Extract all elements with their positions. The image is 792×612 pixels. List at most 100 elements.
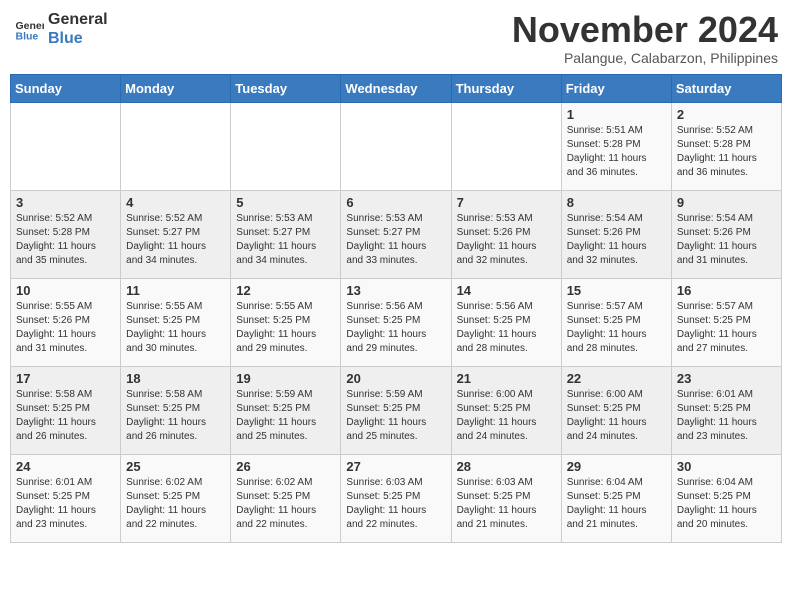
weekday-header-monday: Monday <box>121 74 231 102</box>
day-number: 29 <box>567 459 666 474</box>
month-title: November 2024 <box>512 10 778 50</box>
logo-line2: Blue <box>48 29 108 48</box>
title-block: November 2024 Palangue, Calabarzon, Phil… <box>512 10 778 66</box>
weekday-header-sunday: Sunday <box>11 74 121 102</box>
cell-info: Sunrise: 5:53 AM Sunset: 5:27 PM Dayligh… <box>346 212 445 268</box>
day-number: 7 <box>457 195 556 210</box>
svg-text:Blue: Blue <box>16 31 39 43</box>
cell-info: Sunrise: 5:54 AM Sunset: 5:26 PM Dayligh… <box>677 212 776 268</box>
cell-info: Sunrise: 5:57 AM Sunset: 5:25 PM Dayligh… <box>677 300 776 356</box>
calendar-cell: 28 Sunrise: 6:03 AM Sunset: 5:25 PM Dayli… <box>451 454 561 542</box>
calendar-week-row: 1 Sunrise: 5:51 AM Sunset: 5:28 PM Daylig… <box>11 102 782 190</box>
calendar-cell: 16Sunrise: 5:57 AM Sunset: 5:25 PM Dayli… <box>671 278 781 366</box>
weekday-header-friday: Friday <box>561 74 671 102</box>
day-number: 27 <box>346 459 445 474</box>
weekday-header-saturday: Saturday <box>671 74 781 102</box>
calendar-cell: 12 Sunrise: 5:55 AM Sunset: 5:25 PM Dayli… <box>231 278 341 366</box>
cell-info: Sunrise: 5:56 AM Sunset: 5:25 PM Dayligh… <box>457 300 556 356</box>
day-number: 1 <box>567 107 666 122</box>
cell-info: Sunrise: 5:55 AM Sunset: 5:25 PM Dayligh… <box>236 300 335 356</box>
calendar-cell: 7 Sunrise: 5:53 AM Sunset: 5:26 PM Daylig… <box>451 190 561 278</box>
calendar-cell: 30Sunrise: 6:04 AM Sunset: 5:25 PM Dayli… <box>671 454 781 542</box>
calendar-cell: 13Sunrise: 5:56 AM Sunset: 5:25 PM Dayli… <box>341 278 451 366</box>
calendar-cell: 10 Sunrise: 5:55 AM Sunset: 5:26 PM Dayli… <box>11 278 121 366</box>
cell-info: Sunrise: 5:57 AM Sunset: 5:25 PM Dayligh… <box>567 300 666 356</box>
calendar-cell: 5 Sunrise: 5:53 AM Sunset: 5:27 PM Daylig… <box>231 190 341 278</box>
day-number: 4 <box>126 195 225 210</box>
day-number: 30 <box>677 459 776 474</box>
day-number: 9 <box>677 195 776 210</box>
calendar-week-row: 24 Sunrise: 6:01 AM Sunset: 5:25 PM Dayli… <box>11 454 782 542</box>
calendar-cell: 4 Sunrise: 5:52 AM Sunset: 5:27 PM Daylig… <box>121 190 231 278</box>
calendar-cell: 24 Sunrise: 6:01 AM Sunset: 5:25 PM Dayli… <box>11 454 121 542</box>
calendar-cell <box>451 102 561 190</box>
day-number: 8 <box>567 195 666 210</box>
calendar-cell: 1 Sunrise: 5:51 AM Sunset: 5:28 PM Daylig… <box>561 102 671 190</box>
calendar-cell: 11Sunrise: 5:55 AM Sunset: 5:25 PM Dayli… <box>121 278 231 366</box>
cell-info: Sunrise: 5:56 AM Sunset: 5:25 PM Dayligh… <box>346 300 445 356</box>
cell-info: Sunrise: 5:59 AM Sunset: 5:25 PM Dayligh… <box>346 388 445 444</box>
cell-info: Sunrise: 5:58 AM Sunset: 5:25 PM Dayligh… <box>16 388 115 444</box>
day-number: 2 <box>677 107 776 122</box>
cell-info: Sunrise: 5:51 AM Sunset: 5:28 PM Dayligh… <box>567 124 666 180</box>
calendar-cell: 6 Sunrise: 5:53 AM Sunset: 5:27 PM Daylig… <box>341 190 451 278</box>
day-number: 10 <box>16 283 115 298</box>
location-subtitle: Palangue, Calabarzon, Philippines <box>512 50 778 66</box>
calendar-cell: 17 Sunrise: 5:58 AM Sunset: 5:25 PM Dayli… <box>11 366 121 454</box>
cell-info: Sunrise: 6:02 AM Sunset: 5:25 PM Dayligh… <box>126 476 225 532</box>
calendar-cell: 25Sunrise: 6:02 AM Sunset: 5:25 PM Dayli… <box>121 454 231 542</box>
day-number: 20 <box>346 371 445 386</box>
calendar-cell: 19 Sunrise: 5:59 AM Sunset: 5:25 PM Dayli… <box>231 366 341 454</box>
day-number: 17 <box>16 371 115 386</box>
day-number: 21 <box>457 371 556 386</box>
logo-line1: General <box>48 10 108 29</box>
calendar-cell: 8 Sunrise: 5:54 AM Sunset: 5:26 PM Daylig… <box>561 190 671 278</box>
cell-info: Sunrise: 5:54 AM Sunset: 5:26 PM Dayligh… <box>567 212 666 268</box>
cell-info: Sunrise: 5:52 AM Sunset: 5:28 PM Dayligh… <box>16 212 115 268</box>
cell-info: Sunrise: 5:59 AM Sunset: 5:25 PM Dayligh… <box>236 388 335 444</box>
day-number: 11 <box>126 283 225 298</box>
calendar-cell: 18 Sunrise: 5:58 AM Sunset: 5:25 PM Dayli… <box>121 366 231 454</box>
day-number: 14 <box>457 283 556 298</box>
cell-info: Sunrise: 5:52 AM Sunset: 5:27 PM Dayligh… <box>126 212 225 268</box>
day-number: 6 <box>346 195 445 210</box>
cell-info: Sunrise: 5:52 AM Sunset: 5:28 PM Dayligh… <box>677 124 776 180</box>
cell-info: Sunrise: 5:53 AM Sunset: 5:26 PM Dayligh… <box>457 212 556 268</box>
calendar-cell: 15 Sunrise: 5:57 AM Sunset: 5:25 PM Dayli… <box>561 278 671 366</box>
day-number: 15 <box>567 283 666 298</box>
cell-info: Sunrise: 6:04 AM Sunset: 5:25 PM Dayligh… <box>567 476 666 532</box>
cell-info: Sunrise: 5:55 AM Sunset: 5:26 PM Dayligh… <box>16 300 115 356</box>
weekday-header-wednesday: Wednesday <box>341 74 451 102</box>
calendar-cell: 21 Sunrise: 6:00 AM Sunset: 5:25 PM Dayli… <box>451 366 561 454</box>
cell-info: Sunrise: 6:00 AM Sunset: 5:25 PM Dayligh… <box>457 388 556 444</box>
calendar-cell: 23 Sunrise: 6:01 AM Sunset: 5:25 PM Dayli… <box>671 366 781 454</box>
day-number: 26 <box>236 459 335 474</box>
logo-icon: General Blue <box>14 14 44 44</box>
calendar-week-row: 3Sunrise: 5:52 AM Sunset: 5:28 PM Daylig… <box>11 190 782 278</box>
cell-info: Sunrise: 6:01 AM Sunset: 5:25 PM Dayligh… <box>16 476 115 532</box>
day-number: 12 <box>236 283 335 298</box>
cell-info: Sunrise: 6:00 AM Sunset: 5:25 PM Dayligh… <box>567 388 666 444</box>
cell-info: Sunrise: 5:58 AM Sunset: 5:25 PM Dayligh… <box>126 388 225 444</box>
calendar-week-row: 17 Sunrise: 5:58 AM Sunset: 5:25 PM Dayli… <box>11 366 782 454</box>
calendar-cell: 14 Sunrise: 5:56 AM Sunset: 5:25 PM Dayli… <box>451 278 561 366</box>
cell-info: Sunrise: 6:03 AM Sunset: 5:25 PM Dayligh… <box>457 476 556 532</box>
weekday-header-tuesday: Tuesday <box>231 74 341 102</box>
calendar-cell: 2 Sunrise: 5:52 AM Sunset: 5:28 PM Daylig… <box>671 102 781 190</box>
calendar-cell: 29 Sunrise: 6:04 AM Sunset: 5:25 PM Dayli… <box>561 454 671 542</box>
day-number: 28 <box>457 459 556 474</box>
day-number: 24 <box>16 459 115 474</box>
calendar-week-row: 10 Sunrise: 5:55 AM Sunset: 5:26 PM Dayli… <box>11 278 782 366</box>
cell-info: Sunrise: 5:53 AM Sunset: 5:27 PM Dayligh… <box>236 212 335 268</box>
cell-info: Sunrise: 6:03 AM Sunset: 5:25 PM Dayligh… <box>346 476 445 532</box>
day-number: 23 <box>677 371 776 386</box>
day-number: 19 <box>236 371 335 386</box>
calendar-cell: 20 Sunrise: 5:59 AM Sunset: 5:25 PM Dayli… <box>341 366 451 454</box>
weekday-header-thursday: Thursday <box>451 74 561 102</box>
calendar-cell <box>11 102 121 190</box>
calendar-cell <box>121 102 231 190</box>
calendar-table: SundayMondayTuesdayWednesdayThursdayFrid… <box>10 74 782 543</box>
day-number: 5 <box>236 195 335 210</box>
cell-info: Sunrise: 6:01 AM Sunset: 5:25 PM Dayligh… <box>677 388 776 444</box>
day-number: 18 <box>126 371 225 386</box>
